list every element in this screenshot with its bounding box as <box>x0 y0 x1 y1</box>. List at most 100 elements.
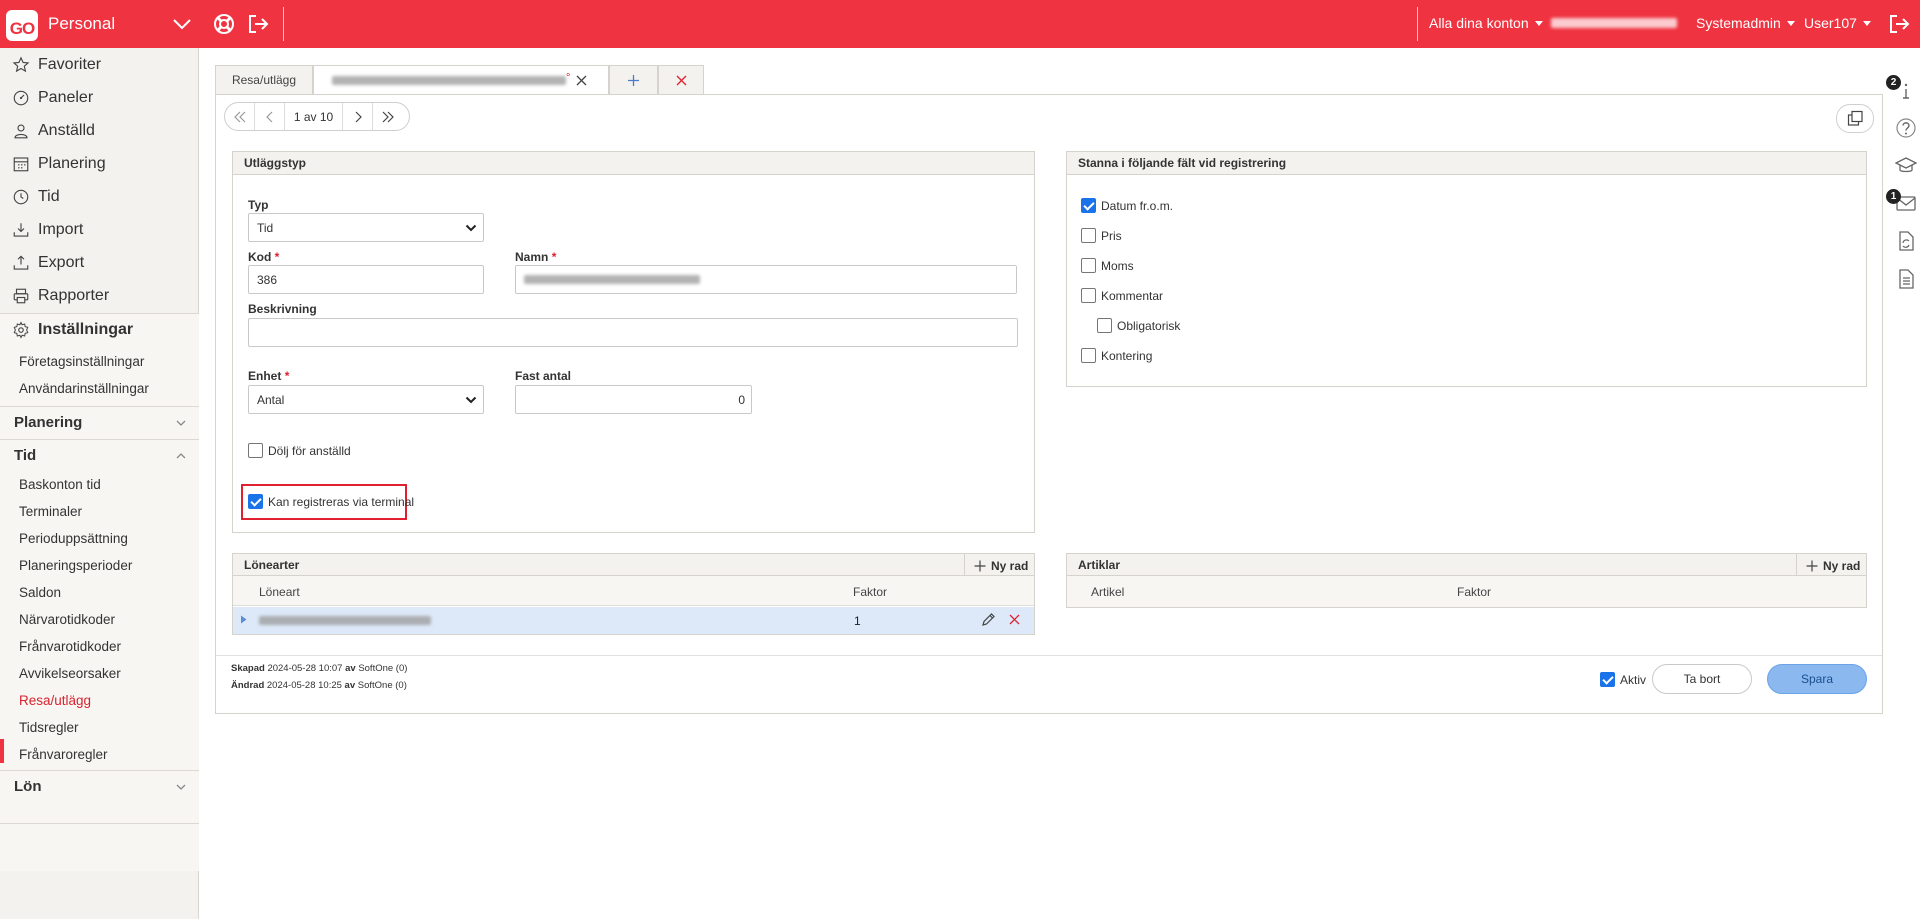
enhet-label-text: Enhet <box>248 369 282 383</box>
moms-label: Moms <box>1101 259 1134 273</box>
expand-row-icon[interactable] <box>240 615 247 624</box>
sidebar-item-favoriter[interactable]: Favoriter <box>0 48 199 81</box>
moms-checkbox[interactable] <box>1081 258 1096 273</box>
created-date: 2024-05-28 10:07 <box>267 663 343 674</box>
account-selector[interactable]: Alla dina konton <box>1429 15 1543 31</box>
enhet-select[interactable]: Antal <box>248 385 484 414</box>
typ-select[interactable]: Tid <box>248 213 484 242</box>
lifebuoy-icon[interactable] <box>212 12 236 36</box>
sidebar-sub-franvarotidkoder[interactable]: Frånvarotidkoder <box>19 639 121 654</box>
fast-antal-label: Fast antal <box>515 369 572 383</box>
panel-title: Stanna i följande fält vid registrering <box>1067 152 1866 175</box>
sidebar-sub-avvikelseorsaker[interactable]: Avvikelseorsaker <box>19 666 121 681</box>
tab-resa-utlagg[interactable]: Resa/utlägg <box>215 65 313 94</box>
copy-button[interactable] <box>1836 104 1874 133</box>
sidebar-sub-foretagsinstallningar[interactable]: Företagsinställningar <box>19 354 144 369</box>
kommentar-checkbox[interactable] <box>1081 288 1096 303</box>
beskrivning-input[interactable] <box>248 318 1018 347</box>
aktiv-checkbox[interactable] <box>1600 672 1615 687</box>
sidebar-sub-franvaroregler[interactable]: Frånvaroregler <box>19 747 108 762</box>
sidebar-item-import[interactable]: Import <box>0 213 199 246</box>
document-icon[interactable] <box>1895 268 1917 290</box>
next-record-button[interactable] <box>343 103 373 130</box>
company-name <box>1551 18 1677 28</box>
datum-checkbox[interactable] <box>1081 198 1096 213</box>
double-chevron-left-icon <box>233 111 245 122</box>
close-icon[interactable] <box>576 75 587 86</box>
sidebar-item-export[interactable]: Export <box>0 246 199 279</box>
chevron-up-icon <box>176 453 186 459</box>
sidebar-group-planering[interactable]: Planering <box>0 406 199 439</box>
sidebar-sub-baskonton-tid[interactable]: Baskonton tid <box>19 477 101 492</box>
delete-button[interactable]: Ta bort <box>1652 664 1752 694</box>
chevron-down-icon[interactable] <box>170 12 194 36</box>
artiklar-new-row-button[interactable]: Ny rad <box>1806 559 1860 573</box>
last-record-button[interactable] <box>373 103 403 130</box>
sidebar-item-label: Favoriter <box>38 55 102 73</box>
column-faktor[interactable]: Faktor <box>1457 585 1491 599</box>
sidebar-group-tid[interactable]: Tid <box>0 439 199 472</box>
typ-value: Tid <box>257 220 274 235</box>
delete-row-icon[interactable] <box>1009 614 1020 625</box>
previous-record-button[interactable] <box>255 103 285 130</box>
fast-antal-input[interactable]: 0 <box>515 385 752 414</box>
go-logo[interactable]: GO <box>6 10 38 41</box>
sidebar-sub-narvarotidkoder[interactable]: Närvarotidkoder <box>19 612 115 627</box>
sidebar-sub-terminaler[interactable]: Terminaler <box>19 504 82 519</box>
sidebar-item-installningar[interactable]: Inställningar <box>0 313 199 346</box>
sidebar-group-lon[interactable]: Lön <box>0 770 199 803</box>
sidebar-item-anstalld[interactable]: Anställd <box>0 114 199 147</box>
pencil-icon[interactable] <box>981 612 996 627</box>
save-button[interactable]: Spara <box>1767 664 1867 694</box>
column-loneart[interactable]: Löneart <box>259 585 300 599</box>
sidebar-sub-perioduppsattning[interactable]: Perioduppsättning <box>19 531 128 546</box>
chevron-left-icon <box>265 111 272 122</box>
sidebar-sub-anvandarinstallningar[interactable]: Användarinställningar <box>19 381 149 396</box>
sidebar-item-planering[interactable]: Planering <box>0 147 199 180</box>
close-icon <box>676 75 686 85</box>
pris-checkbox[interactable] <box>1081 228 1096 243</box>
new-tab-button[interactable] <box>609 65 658 94</box>
sidebar-item-label: Tid <box>38 187 60 205</box>
kod-value: 386 <box>257 272 278 287</box>
logout-icon[interactable] <box>246 12 270 36</box>
column-artikel[interactable]: Artikel <box>1091 585 1124 599</box>
namn-input[interactable] <box>515 265 1017 294</box>
chevron-down-icon <box>176 420 186 426</box>
logout-icon[interactable] <box>1887 12 1911 36</box>
user-menu[interactable]: User107 <box>1804 15 1871 31</box>
help-icon[interactable] <box>1895 117 1917 139</box>
sidebar-sub-tidsregler[interactable]: Tidsregler <box>19 720 79 735</box>
caret-down-icon <box>1786 20 1795 26</box>
terminal-checkbox[interactable] <box>248 494 263 509</box>
mail-badge: 1 <box>1886 189 1901 204</box>
tab-current-record[interactable]: ° <box>313 65 609 95</box>
lonearter-new-row-button[interactable]: Ny rad <box>974 559 1028 573</box>
required-marker: * <box>284 369 290 383</box>
divider <box>1796 554 1797 575</box>
sidebar: Favoriter Paneler Anställd Planering Tid… <box>0 48 199 919</box>
obligatorisk-checkbox[interactable] <box>1097 318 1112 333</box>
changed-by: SoftOne (0) <box>357 680 407 691</box>
sidebar-item-paneler[interactable]: Paneler <box>0 81 199 114</box>
close-all-tabs-button[interactable] <box>658 65 704 94</box>
tab-record-name <box>332 76 566 85</box>
column-faktor[interactable]: Faktor <box>853 585 887 599</box>
kod-input[interactable]: 386 <box>248 265 484 294</box>
document-sync-icon[interactable] <box>1895 230 1917 252</box>
group-title: Lön <box>14 778 42 795</box>
sidebar-item-label: Planering <box>38 154 106 172</box>
sidebar-item-rapporter[interactable]: Rapporter <box>0 279 199 312</box>
app-name[interactable]: Personal <box>48 14 115 34</box>
sidebar-item-label: Inställningar <box>38 320 134 338</box>
graduation-cap-icon[interactable] <box>1895 155 1917 177</box>
kontering-checkbox[interactable] <box>1081 348 1096 363</box>
sidebar-sub-resa-utlagg[interactable]: Resa/utlägg <box>19 693 91 708</box>
sidebar-sub-planeringsperioder[interactable]: Planeringsperioder <box>19 558 132 573</box>
sidebar-sub-saldon[interactable]: Saldon <box>19 585 61 600</box>
role-selector[interactable]: Systemadmin <box>1696 15 1795 31</box>
typ-label: Typ <box>248 198 269 212</box>
sidebar-item-tid[interactable]: Tid <box>0 180 199 213</box>
first-record-button[interactable] <box>225 103 255 130</box>
dolj-checkbox[interactable] <box>248 443 263 458</box>
